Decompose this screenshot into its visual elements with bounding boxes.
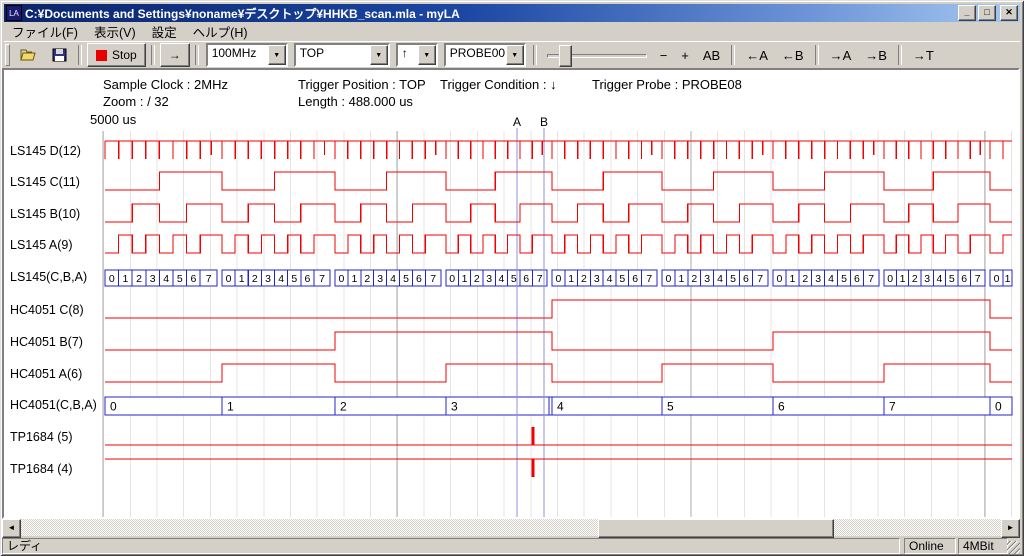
trigger-probe-value: PROBE00 [446, 45, 506, 65]
zoom-slider-thumb[interactable] [559, 45, 572, 67]
toolbar-separator [78, 45, 82, 65]
info-sample-clock: Sample Clock : 2MHz [103, 77, 228, 92]
menu-bar: ファイル(F) 表示(V) 設定 ヘルプ(H) [4, 23, 1020, 40]
trigger-position-combo[interactable]: TOP ▼ [294, 43, 390, 67]
trigger-probe-combo[interactable]: PROBE00 ▼ [444, 43, 526, 67]
zoom-out-button[interactable]: − [654, 44, 674, 66]
app-window: LA C:¥Documents and Settings¥noname¥デスクト… [0, 0, 1024, 556]
stop-button[interactable]: Stop [87, 43, 146, 67]
sample-rate-value: 100MHz [208, 45, 268, 65]
toolbar-grip [5, 44, 10, 66]
window-title: C:¥Documents and Settings¥noname¥デスクトップ¥… [25, 5, 956, 22]
app-icon: LA [6, 5, 22, 21]
status-memory-badge: 4MBit [958, 538, 1008, 554]
info-trigger-condition: Trigger Condition : ↓ [440, 77, 557, 92]
toolbar-separator [815, 45, 819, 65]
toolbar-separator [151, 45, 155, 65]
close-button-icon[interactable]: ✕ [1000, 5, 1018, 21]
goto-cursor-b-right-button[interactable]: →B [859, 44, 893, 66]
stop-label: Stop [112, 48, 137, 62]
cursor-a-label[interactable]: A [513, 115, 521, 129]
dropdown-arrow-icon[interactable]: ▼ [506, 45, 524, 65]
resize-grip[interactable] [1007, 541, 1020, 554]
channel-label: LS145 B(10) [10, 207, 80, 221]
open-file-button[interactable] [14, 44, 44, 66]
channel-label: LS145 C(11) [10, 175, 80, 189]
channel-label: HC4051 C(8) [10, 303, 84, 317]
trigger-edge-combo[interactable]: ↑ ▼ [396, 43, 438, 67]
stop-square-icon [96, 50, 107, 61]
channel-label: HC4051 B(7) [10, 335, 83, 349]
status-bar: レディ Online 4MBit [2, 538, 1022, 554]
toolbar-separator [533, 45, 537, 65]
ab-range-button[interactable]: AB [697, 44, 726, 66]
channel-label: LS145(C,B,A) [10, 270, 87, 284]
cursor-b-label[interactable]: B [540, 115, 548, 129]
horizontal-scrollbar[interactable]: ◄ ► [2, 519, 1020, 536]
menu-view[interactable]: 表示(V) [86, 21, 144, 42]
channel-label: LS145 D(12) [10, 144, 81, 158]
run-arrow-icon: → [169, 48, 181, 62]
toolbar-separator [731, 45, 735, 65]
dropdown-arrow-icon[interactable]: ▼ [370, 45, 388, 65]
scroll-left-button[interactable]: ◄ [2, 519, 21, 538]
menu-file[interactable]: ファイル(F) [4, 21, 86, 42]
trigger-edge-value: ↑ [398, 45, 418, 65]
info-length: Length : 488.000 us [298, 94, 413, 109]
zoom-slider[interactable] [547, 44, 647, 66]
waveform-panel[interactable] [2, 68, 1020, 519]
channel-label: HC4051 A(6) [10, 367, 82, 381]
dropdown-arrow-icon[interactable]: ▼ [418, 45, 436, 65]
status-ready: レディ [2, 538, 900, 554]
toolbar-separator [898, 45, 902, 65]
run-button[interactable]: → [160, 43, 190, 67]
dropdown-arrow-icon[interactable]: ▼ [268, 45, 286, 65]
minimize-button-icon[interactable]: _ [958, 5, 976, 21]
menu-help[interactable]: ヘルプ(H) [185, 21, 256, 42]
scrollbar-thumb[interactable] [598, 519, 834, 538]
maximize-button-icon[interactable]: □ [978, 5, 996, 21]
channel-label: TP1684 (4) [10, 462, 73, 476]
save-floppy-icon [52, 48, 67, 62]
save-file-button[interactable] [46, 44, 73, 66]
channel-label: LS145 A(9) [10, 238, 73, 252]
title-bar: LA C:¥Documents and Settings¥noname¥デスクト… [4, 4, 1020, 22]
goto-cursor-a-right-button[interactable]: →A [824, 44, 858, 66]
trigger-position-value: TOP [296, 45, 370, 65]
info-zoom: Zoom : / 32 [103, 94, 169, 109]
goto-trigger-button[interactable]: →T [907, 44, 940, 66]
goto-cursor-b-left-button[interactable]: ←B [776, 44, 810, 66]
menu-settings[interactable]: 設定 [144, 21, 185, 42]
toolbar-separator [195, 45, 199, 65]
time-per-division-label: 5000 us [90, 112, 136, 127]
goto-cursor-a-left-button[interactable]: ←A [740, 44, 774, 66]
zoom-in-button[interactable]: + [675, 44, 695, 66]
info-trigger-probe: Trigger Probe : PROBE08 [592, 77, 742, 92]
toolbar: Stop → 100MHz ▼ TOP ▼ ↑ ▼ PROBE00 ▼ − + [4, 41, 1020, 68]
open-folder-icon [20, 48, 38, 62]
scroll-right-button[interactable]: ► [1001, 519, 1020, 538]
info-trigger-position: Trigger Position : TOP [298, 77, 426, 92]
channel-label: TP1684 (5) [10, 430, 73, 444]
sample-rate-combo[interactable]: 100MHz ▼ [206, 43, 288, 67]
status-online-badge: Online [904, 538, 956, 554]
channel-label: HC4051(C,B,A) [10, 398, 97, 412]
